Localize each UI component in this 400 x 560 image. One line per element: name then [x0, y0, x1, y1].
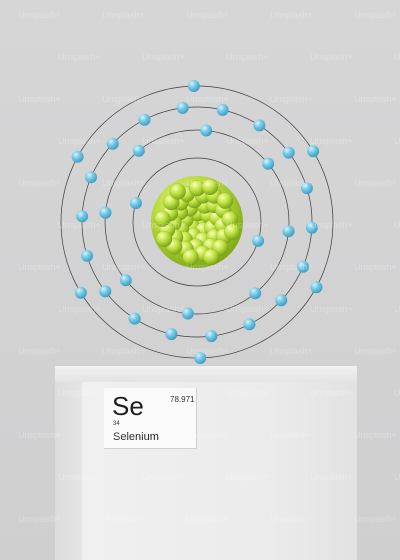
watermark-text: Unsplash+	[270, 514, 313, 524]
watermark-text: Unsplash+	[394, 472, 400, 482]
electron	[282, 146, 295, 159]
electron	[252, 234, 265, 247]
electron	[282, 225, 295, 238]
watermark-text: Unsplash+	[310, 136, 353, 146]
watermark-text: Unsplash+	[226, 304, 269, 314]
electron	[132, 144, 145, 157]
watermark-text: Unsplash+	[102, 10, 145, 20]
watermark-text: Unsplash+	[270, 94, 313, 104]
electron	[200, 124, 213, 137]
watermark-text: Unsplash+	[226, 52, 269, 62]
watermark-text: Unsplash+	[58, 220, 101, 230]
watermark-text: Unsplash+	[186, 178, 229, 188]
watermark-text: Unsplash+	[270, 178, 313, 188]
watermark-text: Unsplash+	[354, 346, 397, 356]
watermark-text: Unsplash+	[310, 388, 353, 398]
watermark-text: Unsplash+	[354, 262, 397, 272]
watermark-text: Unsplash+	[102, 514, 145, 524]
watermark-text: Unsplash+	[18, 346, 61, 356]
electron	[307, 145, 320, 158]
watermark-text: Unsplash+	[270, 430, 313, 440]
watermark-text: Unsplash+	[354, 178, 397, 188]
element-symbol: Se	[112, 391, 144, 421]
watermark-text: Unsplash+	[102, 346, 145, 356]
watermark-text: Unsplash+	[270, 262, 313, 272]
watermark-text: Unsplash+	[186, 430, 229, 440]
atomic-number: 34	[113, 421, 120, 427]
electron	[85, 171, 97, 184]
electron	[99, 206, 112, 219]
watermark-text: Unsplash+	[58, 388, 101, 398]
watermark-text: Unsplash+	[142, 136, 185, 146]
watermark-text: Unsplash+	[226, 472, 269, 482]
watermark-text: Unsplash+	[142, 472, 185, 482]
watermark-text: Unsplash+	[142, 52, 185, 62]
watermark-text: Unsplash+	[102, 262, 145, 272]
watermark-text: Unsplash+	[18, 430, 61, 440]
electron	[129, 197, 142, 210]
watermark-text: Unsplash+	[18, 10, 61, 20]
electron	[249, 287, 262, 300]
watermark-text: Unsplash+	[226, 388, 269, 398]
electron	[205, 330, 218, 343]
watermark-text: Unsplash+	[270, 10, 313, 20]
watermark-text: Unsplash+	[58, 472, 101, 482]
electron	[165, 328, 178, 341]
watermark-text: Unsplash+	[310, 220, 353, 230]
watermark-text: Unsplash+	[18, 178, 61, 188]
watermark-text: Unsplash+	[102, 430, 145, 440]
watermark-text: Unsplash+	[142, 304, 185, 314]
watermark-text: Unsplash+	[310, 472, 353, 482]
watermark-text: Unsplash+	[310, 52, 353, 62]
watermark-text: Unsplash+	[58, 52, 101, 62]
watermark-text: Unsplash+	[394, 388, 400, 398]
watermark-text: Unsplash+	[18, 262, 61, 272]
electron	[310, 281, 323, 294]
watermark-text: Unsplash+	[18, 94, 61, 104]
watermark-text: Unsplash+	[354, 94, 397, 104]
electron	[275, 294, 288, 307]
watermark-text: Unsplash+	[186, 262, 229, 272]
electron	[138, 113, 151, 126]
electron	[81, 249, 94, 262]
watermark-text: Unsplash+	[354, 10, 397, 20]
watermark-text: Unsplash+	[186, 10, 229, 20]
watermark-text: Unsplash+	[394, 136, 400, 146]
watermark-text: Unsplash+	[142, 388, 185, 398]
watermark-text: Unsplash+	[310, 304, 353, 314]
watermark-text: Unsplash+	[186, 514, 229, 524]
watermark-text: Unsplash+	[270, 346, 313, 356]
watermark-text: Unsplash+	[58, 304, 101, 314]
watermark-text: Unsplash+	[354, 430, 397, 440]
watermark-text: Unsplash+	[354, 514, 397, 524]
electron	[74, 286, 87, 299]
electron	[71, 150, 84, 163]
electron	[216, 103, 229, 116]
watermark-text: Unsplash+	[226, 136, 269, 146]
watermark-text: Unsplash+	[142, 220, 185, 230]
watermark-text: Unsplash+	[102, 94, 145, 104]
electron	[128, 312, 141, 325]
electron	[106, 137, 119, 150]
watermark-text: Unsplash+	[58, 136, 101, 146]
electron	[99, 285, 112, 298]
watermark-text: Unsplash+	[18, 514, 61, 524]
watermark-text: Unsplash+	[186, 346, 229, 356]
watermark-text: Unsplash+	[394, 220, 400, 230]
watermark-text: Unsplash+	[394, 52, 400, 62]
watermark-text: Unsplash+	[226, 220, 269, 230]
plinth-top	[55, 366, 357, 382]
electron	[262, 157, 275, 170]
electron	[119, 274, 132, 287]
electron	[243, 318, 256, 331]
watermark-text: Unsplash+	[394, 304, 400, 314]
electron	[253, 119, 266, 132]
electron	[187, 80, 200, 92]
watermark-text: Unsplash+	[186, 94, 229, 104]
watermark-text: Unsplash+	[102, 178, 145, 188]
